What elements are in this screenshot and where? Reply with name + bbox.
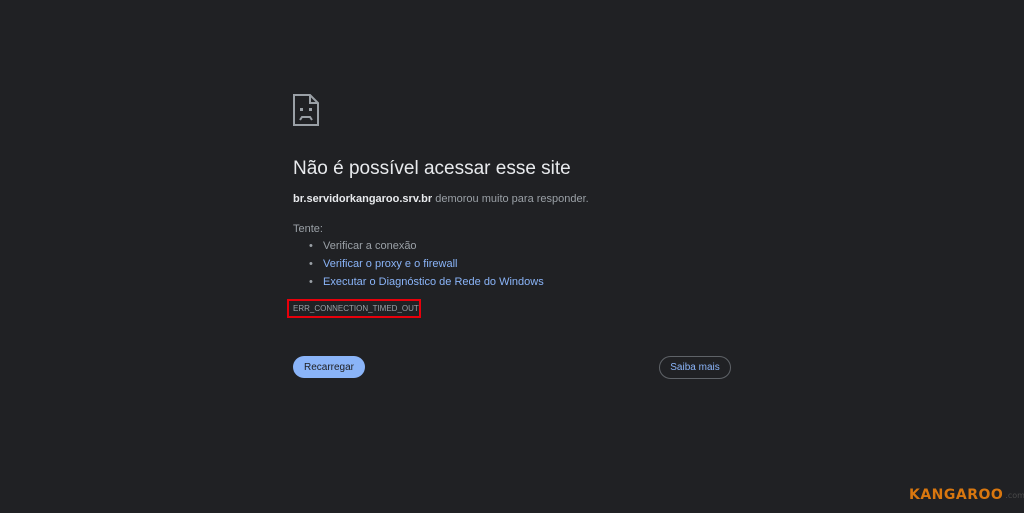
brand-watermark: KANGAROO .com <box>909 487 1024 503</box>
network-diagnostics-link[interactable]: Executar o Diagnóstico de Rede do Window… <box>323 276 544 288</box>
suggestion-check-proxy-firewall[interactable]: Verificar o proxy e o firewall <box>309 257 544 275</box>
suggestion-label: Verificar a conexão <box>323 240 417 252</box>
suggestions-heading: Tente: <box>293 223 323 235</box>
error-code: ERR_CONNECTION_TIMED_OUT <box>293 304 419 313</box>
suggestion-network-diagnostics[interactable]: Executar o Diagnóstico de Rede do Window… <box>309 275 544 293</box>
error-message: demorou muito para responder. <box>432 193 589 205</box>
brand-tld: .com <box>1005 490 1024 500</box>
suggestion-check-connection: Verificar a conexão <box>309 239 544 257</box>
error-summary: br.servidorkangaroo.srv.br demorou muito… <box>293 193 589 205</box>
learn-more-button[interactable]: Saiba mais <box>659 356 731 379</box>
site-host: br.servidorkangaroo.srv.br <box>293 193 433 205</box>
reload-button[interactable]: Recarregar <box>293 356 365 378</box>
page-title: Não é possível acessar esse site <box>293 158 571 179</box>
suggestions-list: Verificar a conexão Verificar o proxy e … <box>309 239 544 293</box>
check-proxy-firewall-link[interactable]: Verificar o proxy e o firewall <box>323 258 458 270</box>
brand-name: KANGAROO <box>909 487 1004 503</box>
sad-document-icon <box>293 94 319 126</box>
